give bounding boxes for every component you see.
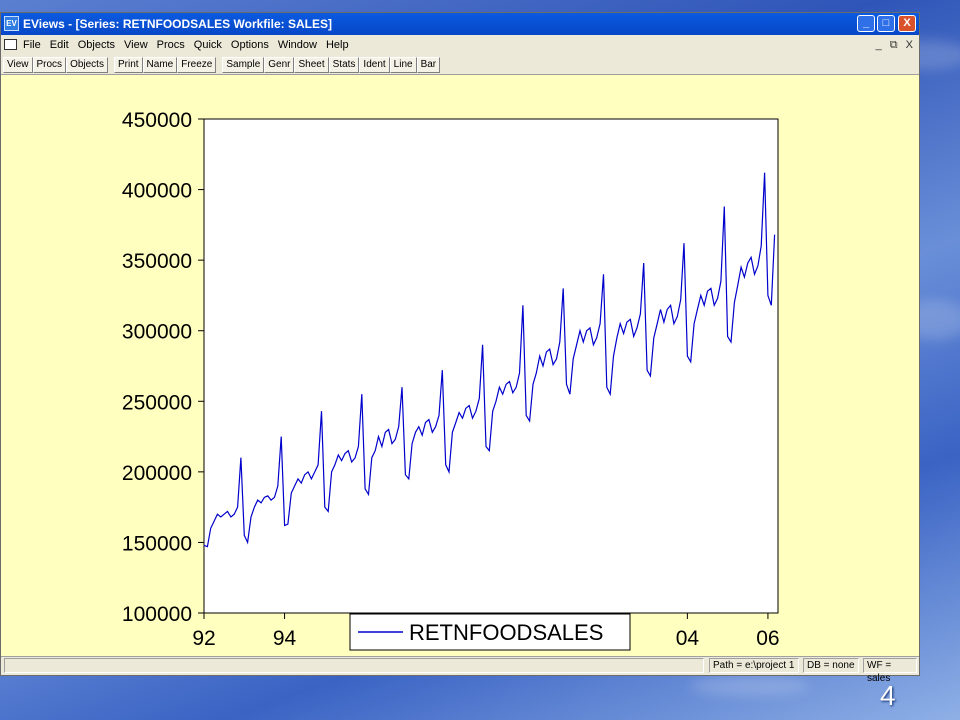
status-wf: WF = sales xyxy=(863,658,917,684)
menu-window[interactable]: Window xyxy=(278,35,317,55)
y-tick-label: 400000 xyxy=(122,180,192,203)
slide-number: 4 xyxy=(880,680,896,711)
name-button[interactable]: Name xyxy=(142,56,178,73)
menu-edit[interactable]: Edit xyxy=(50,35,69,55)
y-tick-label: 200000 xyxy=(122,462,192,485)
child-minimize-button[interactable]: _ xyxy=(876,35,882,55)
genr-button[interactable]: Genr xyxy=(264,56,295,73)
x-tick-label: 92 xyxy=(192,627,215,650)
x-tick-label: 94 xyxy=(273,627,297,650)
stats-button[interactable]: Stats xyxy=(328,56,360,73)
menu-objects[interactable]: Objects xyxy=(78,35,115,55)
line-button[interactable]: Line xyxy=(389,56,417,73)
objects-button[interactable]: Objects xyxy=(66,56,108,73)
y-tick-label: 150000 xyxy=(122,532,192,555)
procs-button[interactable]: Procs xyxy=(32,56,67,73)
child-close-button[interactable]: X xyxy=(906,35,913,55)
y-tick-label: 100000 xyxy=(122,603,192,626)
bar-button[interactable]: Bar xyxy=(416,56,441,73)
freeze-button[interactable]: Freeze xyxy=(177,56,217,73)
eviews-window: EV EViews - [Series: RETNFOODSALES Workf… xyxy=(0,12,920,684)
child-restore-button[interactable]: ⧉ xyxy=(890,35,898,55)
toolbar-group: Sample Genr Sheet Stats Ident Line Bar xyxy=(222,56,441,73)
y-tick-label: 300000 xyxy=(122,321,192,344)
sheet-button[interactable]: Sheet xyxy=(294,56,329,73)
maximize-button[interactable]: □ xyxy=(877,15,895,32)
status-path: Path = e:\project 1 xyxy=(709,658,799,673)
status-bar: Path = e:\project 1 DB = none WF = sales xyxy=(1,656,919,684)
eviews-icon[interactable]: EV xyxy=(4,16,19,31)
menu-procs[interactable]: Procs xyxy=(157,35,185,55)
menu-file[interactable]: File xyxy=(23,35,41,55)
x-tick-label: 06 xyxy=(756,627,779,650)
toolbar-group: Print Name Freeze xyxy=(113,56,217,73)
view-button[interactable]: View xyxy=(3,56,33,73)
series-toolbar: View Procs Objects Print Name Freeze Sample Gen… xyxy=(1,55,919,75)
menu-bar: File Edit Objects View Procs Quick Options Wind… xyxy=(1,35,919,56)
sample-button[interactable]: Sample xyxy=(222,56,265,73)
y-tick-label: 450000 xyxy=(122,109,192,132)
status-db: DB = none xyxy=(803,658,859,673)
y-tick-label: 350000 xyxy=(122,250,192,273)
minimize-button[interactable]: _ xyxy=(857,15,875,32)
menu-options[interactable]: Options xyxy=(231,35,269,55)
plot-frame xyxy=(203,118,779,614)
toolbar-group: View Procs Objects xyxy=(3,56,108,73)
title-bar[interactable]: EV EViews - [Series: RETNFOODSALES Workf… xyxy=(1,13,919,35)
legend-label: RETNFOODSALES xyxy=(409,620,603,645)
y-tick-label: 250000 xyxy=(122,391,192,414)
window-title: EViews - [Series: RETNFOODSALES Workfile… xyxy=(23,17,332,31)
close-button[interactable]: X xyxy=(898,15,916,32)
ident-button[interactable]: Ident xyxy=(359,56,390,73)
menu-view[interactable]: View xyxy=(124,35,148,55)
menu-quick[interactable]: Quick xyxy=(194,35,222,55)
status-message xyxy=(4,658,704,673)
line-chart: 100000 150000 200000 250000 300000 350000 4000… xyxy=(122,109,780,651)
chart-area: 100000 150000 200000 250000 300000 350000 4000… xyxy=(1,75,919,659)
x-tick-label: 04 xyxy=(676,627,700,650)
print-button[interactable]: Print xyxy=(113,56,143,73)
menu-help[interactable]: Help xyxy=(326,35,349,55)
document-icon[interactable] xyxy=(4,39,17,50)
